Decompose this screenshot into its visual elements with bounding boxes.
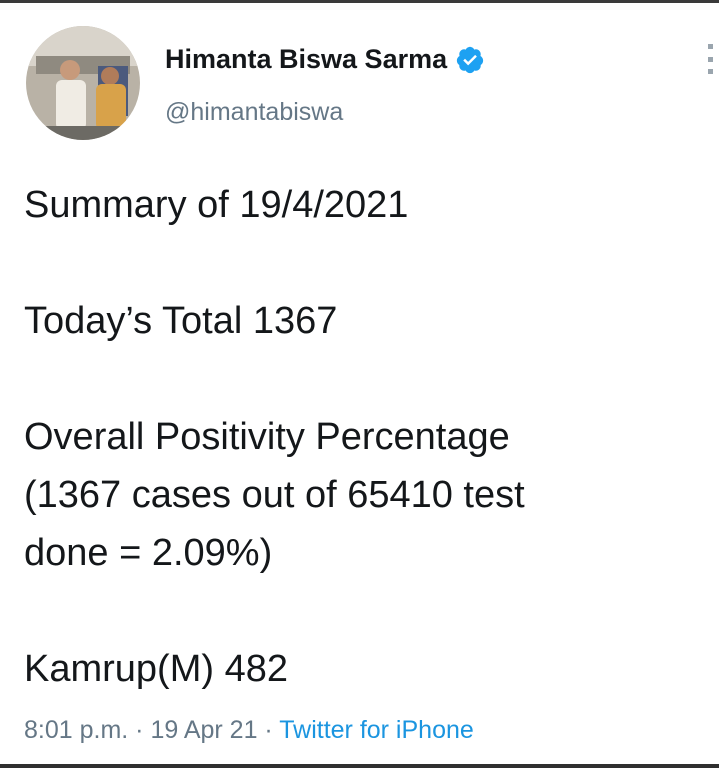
tweet-meta: 8:01 p.m. · 19 Apr 21 · Twitter for iPho… [24, 716, 474, 745]
positivity-line-2: (1367 cases out of 65410 test [24, 474, 525, 516]
bottom-border [0, 764, 719, 768]
tweet-text: Summary of 19/4/2021 Today’s Total 1367 … [24, 176, 704, 698]
meta-separator: · [128, 716, 151, 744]
summary-line: Summary of 19/4/2021 [24, 184, 409, 226]
author-handle[interactable]: @himantabiswa [165, 98, 343, 127]
avatar-photo [26, 26, 140, 140]
tweet-date[interactable]: 19 Apr 21 [150, 716, 257, 744]
meta-separator: · [257, 716, 280, 744]
verified-badge-icon [455, 45, 485, 75]
tweet-source-link[interactable]: Twitter for iPhone [279, 716, 474, 744]
positivity-line-1: Overall Positivity Percentage [24, 416, 510, 458]
positivity-line-3: done = 2.09%) [24, 532, 273, 574]
author-name[interactable]: Himanta Biswa Sarma [165, 44, 485, 75]
district-line: Kamrup(M) 482 [24, 648, 288, 690]
tweet-time[interactable]: 8:01 p.m. [24, 716, 128, 744]
top-border [0, 0, 719, 3]
author-name-text: Himanta Biswa Sarma [165, 44, 448, 74]
more-options-icon[interactable] [700, 44, 719, 74]
avatar[interactable] [26, 26, 140, 140]
total-line: Today’s Total 1367 [24, 300, 338, 342]
